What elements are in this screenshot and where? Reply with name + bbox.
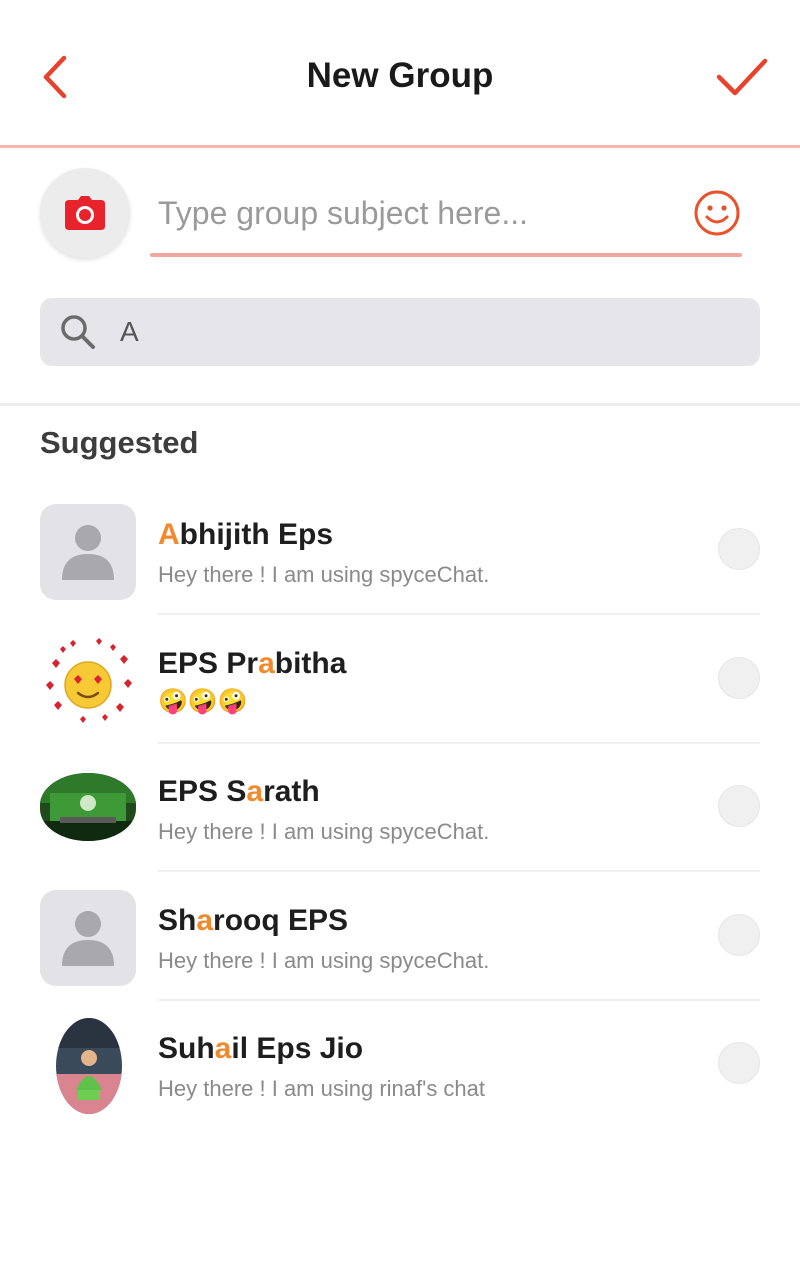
search-input[interactable] [120,298,740,366]
header-divider [0,145,800,148]
avatar [40,504,136,600]
contact-name: EPS Prabitha [158,647,347,680]
subject-underline [150,253,742,257]
contact-status: Hey there ! I am using rinaf's chat [158,1076,486,1101]
portrait-photo [56,1018,122,1114]
contact-row[interactable]: EPS Sarath Hey there ! I am using spyceC… [0,757,800,885]
contact-row[interactable]: Suhail Eps Jio Hey there ! I am using ri… [0,1014,800,1142]
suggested-heading: Suggested [40,425,199,460]
green-photo [40,773,136,841]
contact-status: Hey there ! I am using spyceChat. [158,819,490,844]
row-divider [158,999,760,1001]
contact-row[interactable]: EPS Prabitha 🤪🤪🤪 [0,629,800,757]
search-icon [61,315,95,349]
contact-status: 🤪🤪🤪 [158,688,248,715]
avatar [40,890,136,986]
select-radio[interactable] [718,528,760,570]
user-placeholder-icon [62,525,114,580]
contact-status: Hey there ! I am using spyceChat. [158,948,490,973]
avatar [56,1018,122,1114]
group-subject-input[interactable] [150,180,690,246]
checkmark-icon [716,58,768,96]
row-divider [158,870,760,872]
search-bar[interactable] [40,298,760,366]
contact-status: Hey there ! I am using spyceChat. [158,562,490,587]
group-photo-button[interactable] [40,168,130,258]
contact-row[interactable]: Sharooq EPS Hey there ! I am using spyce… [0,886,800,1014]
avatar [40,633,136,729]
contact-row[interactable]: Abhijith Eps Hey there ! I am using spyc… [0,500,800,628]
select-radio[interactable] [718,785,760,827]
top-bar: New Group [0,0,800,148]
done-button[interactable] [712,50,772,104]
contact-name: EPS Sarath [158,775,320,808]
page-title: New Group [306,56,494,95]
user-placeholder-icon [62,911,114,966]
camera-icon [65,196,105,230]
avatar [40,773,136,841]
select-radio[interactable] [718,914,760,956]
contact-name: Sharooq EPS [158,904,349,937]
row-divider [158,613,760,615]
contact-name: Suhail Eps Jio [158,1032,364,1065]
row-divider [158,742,760,744]
select-radio[interactable] [718,1042,760,1084]
emoji-button[interactable] [692,188,742,238]
select-radio[interactable] [718,657,760,699]
heart-eyes-emoji-photo [40,633,136,729]
section-divider [0,403,800,406]
contact-name: Abhijith Eps [158,518,333,551]
smiley-icon [694,190,740,236]
